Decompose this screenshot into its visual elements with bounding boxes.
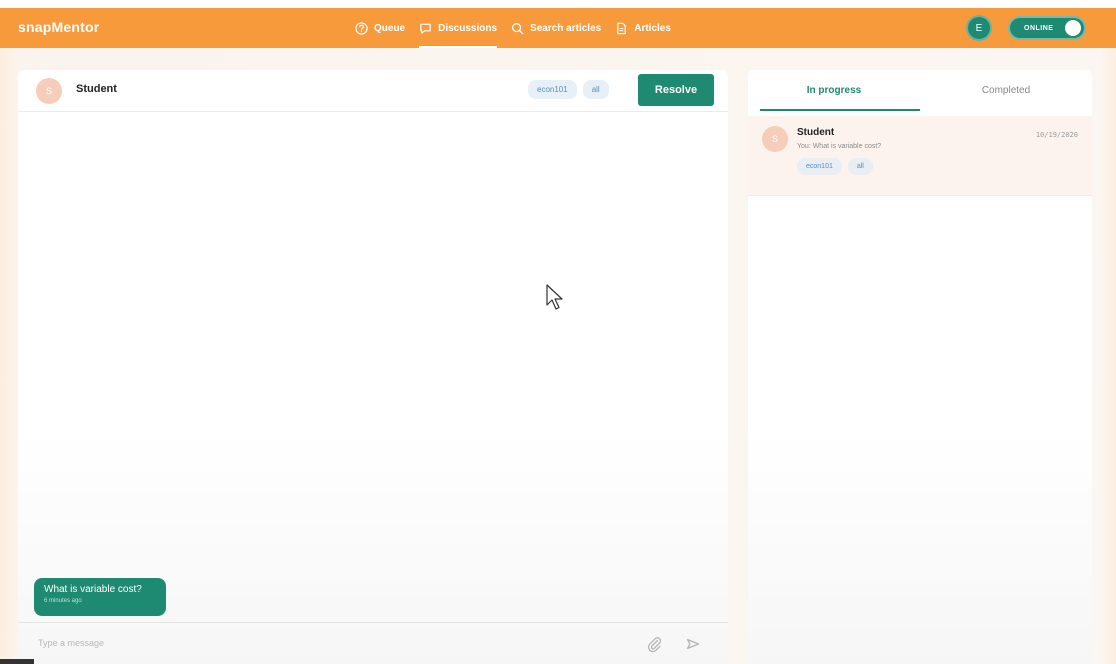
main-nav: Queue Discussions Search articles Articl… (355, 8, 671, 48)
conversation-tags: econ101 all (797, 158, 873, 175)
help-circle-icon (355, 21, 368, 35)
nav-discussions-label: Discussions (438, 22, 498, 34)
online-status-label: ONLINE (1024, 24, 1054, 32)
nav-search-articles-label: Search articles (530, 22, 602, 34)
chat-header: S Student econ101 all Resolve (18, 70, 728, 112)
resolve-button[interactable]: Resolve (638, 74, 714, 106)
conversation-tag-econ101[interactable]: econ101 (797, 158, 842, 175)
chat-bubble-icon (420, 23, 431, 34)
tab-in-progress[interactable]: In progress (748, 70, 920, 111)
toggle-knob (1065, 20, 1081, 36)
chat-panel: S Student econ101 all Resolve What is va… (18, 70, 728, 664)
user-avatar[interactable]: E (966, 15, 992, 41)
conversation-avatar: S (762, 126, 788, 152)
paperclip-icon[interactable] (646, 635, 662, 653)
nav-search-articles[interactable]: Search articles (511, 8, 601, 48)
mouse-cursor-icon (546, 284, 563, 310)
search-icon (512, 22, 524, 34)
tag-econ101[interactable]: econ101 (528, 80, 577, 99)
nav-queue-label: Queue (374, 22, 406, 34)
send-icon[interactable] (686, 637, 700, 651)
chat-student-name: Student (76, 83, 117, 95)
conversations-panel: In progress Completed S Student 10/19/20… (748, 70, 1092, 664)
nav-articles-label: Articles (634, 22, 671, 34)
chat-tags: econ101 all (528, 80, 609, 99)
message-time: 6 minutes ago (44, 598, 82, 604)
tab-completed[interactable]: Completed (920, 70, 1092, 110)
conversation-name: Student (797, 127, 835, 138)
message-composer (18, 622, 728, 664)
nav-articles[interactable]: Articles (615, 8, 671, 48)
conversation-tag-all[interactable]: all (847, 158, 873, 175)
video-progress-marker (0, 659, 34, 664)
message-bubble: What is variable cost? 6 minutes ago (34, 578, 166, 616)
top-strip (0, 0, 1116, 8)
nav-queue[interactable]: Queue (355, 8, 405, 48)
conversation-date: 10/19/2020 (1035, 131, 1078, 139)
online-status-toggle[interactable]: ONLINE (1008, 16, 1086, 40)
top-navbar: snapMentor Queue Discussions Search arti… (0, 8, 1116, 48)
app-logo[interactable]: snapMentor (18, 19, 99, 35)
conversation-preview: You: What is variable cost? (797, 143, 882, 150)
tag-all[interactable]: all (582, 80, 609, 99)
document-icon (617, 22, 627, 34)
nav-discussions[interactable]: Discussions (419, 8, 497, 48)
student-avatar: S (36, 78, 62, 104)
conversation-tabs: In progress Completed (748, 70, 1092, 112)
message-text: What is variable cost? (44, 584, 142, 595)
message-input[interactable] (38, 631, 618, 655)
conversation-item[interactable]: S Student 10/19/2020 You: What is variab… (748, 116, 1092, 196)
